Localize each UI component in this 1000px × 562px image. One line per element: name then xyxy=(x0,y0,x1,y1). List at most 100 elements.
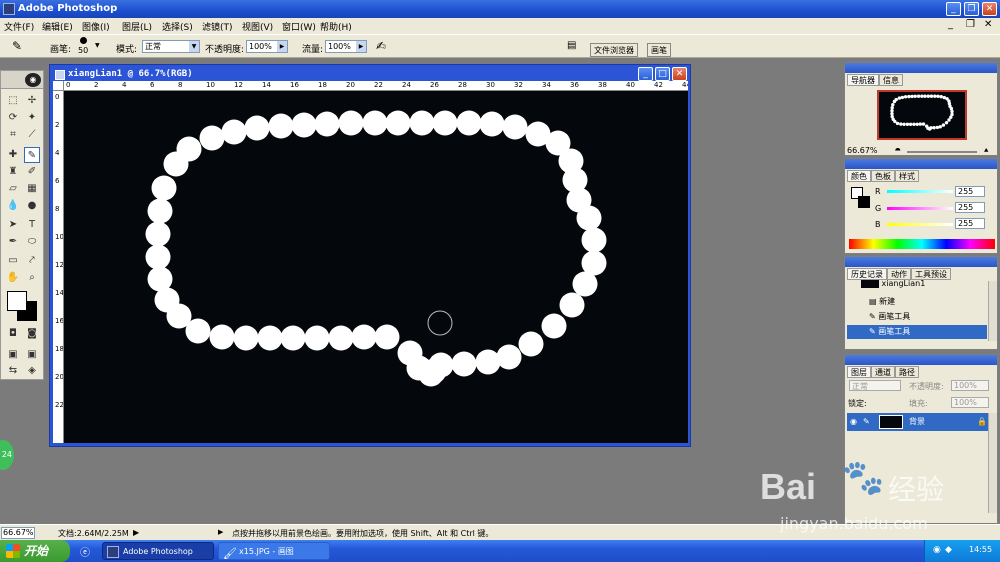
r-input[interactable]: 255 xyxy=(955,186,985,197)
tab-info[interactable]: 信息 xyxy=(879,74,903,86)
doc-minimize-icon[interactable]: _ xyxy=(948,19,953,30)
history-snapshot[interactable]: xiangLian1 xyxy=(847,279,987,291)
start-button[interactable]: 开始 xyxy=(0,540,70,562)
doc-restore-icon[interactable]: ❐ xyxy=(966,19,975,30)
hand-tool-icon[interactable]: ✋ xyxy=(5,270,21,286)
history-scrollbar[interactable] xyxy=(988,281,997,341)
menu-file[interactable]: 文件(F) xyxy=(4,20,34,33)
brush-preview-icon[interactable] xyxy=(80,37,87,44)
doc-info-arrow-icon[interactable]: ▶ xyxy=(133,528,139,537)
eraser-icon[interactable]: ▱ xyxy=(5,181,21,197)
blur-icon[interactable]: 💧 xyxy=(5,198,21,214)
tab-styles[interactable]: 样式 xyxy=(895,170,919,182)
zoom-slider[interactable] xyxy=(907,151,977,153)
blend-mode-select[interactable]: 正常 xyxy=(849,380,901,391)
notes-icon[interactable]: ▭ xyxy=(5,253,21,269)
layer-row-background[interactable]: ◉ ✎ 背景 🔒 xyxy=(847,413,989,431)
menu-window[interactable]: 窗口(W) xyxy=(282,20,316,33)
menu-edit[interactable]: 编辑(E) xyxy=(42,20,73,33)
menu-view[interactable]: 视图(V) xyxy=(242,20,273,33)
color-ramp[interactable] xyxy=(849,239,995,249)
full-screen-icon[interactable]: ▣ xyxy=(24,347,40,363)
task-paint[interactable]: 🖌 x15.JPG - 画图 xyxy=(218,542,330,560)
history-item-selected[interactable]: ✎ 画笔工具 xyxy=(847,325,987,339)
close-button[interactable]: ✕ xyxy=(982,2,997,16)
adobe-online-icon[interactable]: ◉ xyxy=(25,73,41,87)
doc-minimize-button[interactable]: _ xyxy=(638,67,653,81)
lasso-tool-icon[interactable]: ⟳ xyxy=(5,110,21,126)
tab-channels[interactable]: 通道 xyxy=(871,366,895,378)
navigator-zoom[interactable]: 66.67% xyxy=(847,146,878,155)
ruler-origin[interactable] xyxy=(53,81,64,91)
doc-close-button[interactable]: ✕ xyxy=(672,67,687,81)
crop-tool-icon[interactable]: ⌗ xyxy=(5,127,21,143)
zoom-out-icon[interactable]: ⯊ xyxy=(895,147,901,156)
airbrush-icon[interactable]: ✍ xyxy=(376,39,386,53)
screen-mode-icon[interactable]: ▣ xyxy=(5,347,21,363)
zoom-tool-icon[interactable]: ⌕ xyxy=(24,270,40,286)
history-item[interactable]: ✎ 画笔工具 xyxy=(847,310,987,324)
clock[interactable]: 14:55 xyxy=(969,545,992,554)
layer-opacity-input[interactable]: 100% xyxy=(951,380,989,391)
quick-mask-icon[interactable]: ◙ xyxy=(24,326,40,342)
magic-wand-icon[interactable]: ✦ xyxy=(24,110,40,126)
b-slider[interactable] xyxy=(887,223,953,226)
move-tool-icon[interactable]: ✢ xyxy=(24,93,40,109)
dodge-icon[interactable]: ● xyxy=(24,198,40,214)
navigator-thumbnail[interactable] xyxy=(877,90,967,140)
healing-brush-icon[interactable]: ✚ xyxy=(5,147,21,163)
doc-close-icon[interactable]: ✕ xyxy=(984,19,992,30)
brush-tool-icon[interactable]: ✎ xyxy=(24,147,40,163)
marquee-tool-icon[interactable]: ⬚ xyxy=(5,93,21,109)
status-zoom[interactable]: 66.67% xyxy=(1,527,35,539)
eye-icon[interactable]: ◉ xyxy=(850,413,857,431)
r-slider[interactable] xyxy=(887,190,953,193)
menu-image[interactable]: 图像(I) xyxy=(82,20,110,33)
canvas[interactable] xyxy=(64,91,688,443)
restore-button[interactable]: ❐ xyxy=(964,2,979,16)
opacity-input[interactable]: 100% ▶ xyxy=(246,40,288,53)
tab-color[interactable]: 颜色 xyxy=(847,170,871,182)
quicklaunch-ie-icon[interactable]: ⓔ xyxy=(80,544,90,559)
eyedropper-icon[interactable]: ⤤ xyxy=(24,253,40,269)
color-bg-swatch[interactable] xyxy=(858,196,870,208)
g-slider[interactable] xyxy=(887,207,953,210)
brush-tool-preset-icon[interactable]: ✎ xyxy=(12,39,22,53)
type-tool-icon[interactable]: T xyxy=(24,217,40,233)
pen-tool-icon[interactable]: ✒ xyxy=(5,234,21,250)
fill-input[interactable]: 100% xyxy=(951,397,989,408)
standard-mode-icon[interactable]: ◘ xyxy=(5,326,21,342)
doc-maximize-button[interactable]: □ xyxy=(655,67,670,81)
network-icon[interactable]: ◉ xyxy=(933,545,941,555)
mode-select[interactable]: 正常 ▼ xyxy=(142,40,200,53)
imageready-icon[interactable]: ⇆ xyxy=(5,363,21,379)
g-input[interactable]: 255 xyxy=(955,202,985,213)
history-brush-icon[interactable]: ✐ xyxy=(24,164,40,180)
minimize-button[interactable]: _ xyxy=(946,2,961,16)
brush-dropdown-icon[interactable]: ▼ xyxy=(95,42,100,49)
path-selection-icon[interactable]: ➤ xyxy=(5,217,21,233)
menu-layer[interactable]: 图层(L) xyxy=(122,20,152,33)
zoom-in-icon[interactable]: ⯅ xyxy=(983,146,989,156)
tab-layers[interactable]: 图层 xyxy=(847,366,871,378)
shape-tool-icon[interactable]: ⬭ xyxy=(24,234,40,250)
menu-select[interactable]: 选择(S) xyxy=(162,20,193,33)
tab-brushes[interactable]: 画笔 xyxy=(647,43,671,57)
b-input[interactable]: 255 xyxy=(955,218,985,229)
menu-help[interactable]: 帮助(H) xyxy=(320,20,352,33)
flow-input[interactable]: 100% ▶ xyxy=(325,40,367,53)
history-item[interactable]: ▤ 新建 xyxy=(847,295,987,309)
tab-swatches[interactable]: 色板 xyxy=(871,170,895,182)
jump-icon[interactable]: ◈ xyxy=(24,363,40,379)
gradient-icon[interactable]: ▦ xyxy=(24,181,40,197)
slice-tool-icon[interactable]: ⟋ xyxy=(24,127,40,143)
tab-navigator[interactable]: 导航器 xyxy=(847,74,879,86)
palette-well-icon[interactable]: ▤ xyxy=(567,40,576,51)
tab-paths[interactable]: 路径 xyxy=(895,366,919,378)
clone-stamp-icon[interactable]: ♜ xyxy=(5,164,21,180)
task-photoshop[interactable]: Adobe Photoshop xyxy=(102,542,214,560)
tab-file-browser[interactable]: 文件浏览器 xyxy=(590,43,638,57)
menu-filter[interactable]: 滤镜(T) xyxy=(202,20,233,33)
volume-icon[interactable]: ◆ xyxy=(945,545,952,555)
side-badge[interactable]: 24 xyxy=(0,440,14,470)
